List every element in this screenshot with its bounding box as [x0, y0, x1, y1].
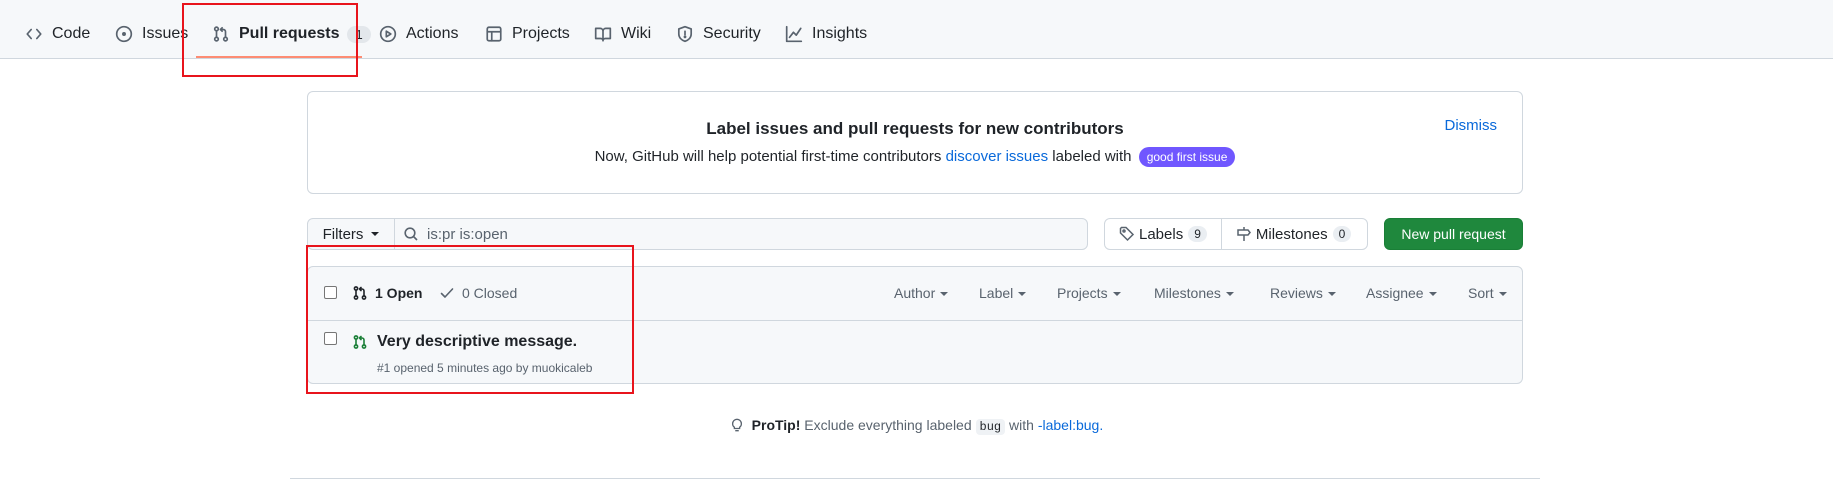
- assignee-filter[interactable]: Assignee: [1366, 285, 1437, 301]
- reviews-filter[interactable]: Reviews: [1270, 285, 1336, 301]
- chevron-down-icon: [1498, 292, 1507, 297]
- tab-insights[interactable]: Insights: [785, 20, 867, 48]
- pull-requests-count: 1: [347, 25, 371, 43]
- pull-request-title-link[interactable]: Very descriptive message.: [377, 333, 577, 351]
- graph-icon: [785, 25, 803, 43]
- chevron-down-icon: [1327, 292, 1336, 297]
- labels-milestones-group: Labels 9 Milestones 0: [1104, 218, 1368, 250]
- tab-actions-label: Actions: [406, 25, 459, 42]
- labels-count: 9: [1188, 226, 1207, 242]
- check-icon: [440, 288, 454, 298]
- discover-issues-link[interactable]: discover issues: [946, 148, 1049, 165]
- protip-code: bug: [975, 419, 1006, 435]
- new-pull-request-button[interactable]: New pull request: [1384, 218, 1523, 250]
- book-icon: [594, 27, 612, 42]
- tab-pull-requests[interactable]: Pull requests 1: [212, 20, 371, 48]
- tab-security-label: Security: [703, 25, 761, 42]
- closed-filter[interactable]: 0 Closed: [439, 285, 517, 301]
- projects-filter[interactable]: Projects: [1057, 285, 1121, 301]
- chevron-down-icon: [940, 292, 949, 297]
- banner-text: Now, GitHub will help potential first-ti…: [308, 147, 1522, 167]
- protip-text-1: Exclude everything labeled: [804, 417, 972, 433]
- tab-insights-label: Insights: [812, 25, 868, 42]
- milestones-filter-label: Milestones: [1154, 285, 1221, 301]
- row-checkbox[interactable]: [324, 332, 337, 345]
- tab-wiki-label: Wiki: [621, 25, 652, 42]
- open-filter[interactable]: 1 Open: [352, 285, 422, 301]
- closed-count: 0 Closed: [462, 285, 518, 301]
- shield-icon: [677, 25, 693, 43]
- protip-lead: ProTip!: [751, 417, 801, 433]
- sort-filter-label: Sort: [1468, 285, 1494, 301]
- labels-label: Labels: [1139, 225, 1184, 243]
- search-input[interactable]: [427, 225, 1027, 243]
- tab-code[interactable]: Code: [25, 20, 90, 48]
- list-item: Very descriptive message. #1 opened 5 mi…: [308, 321, 1522, 383]
- chevron-down-icon: [1112, 292, 1121, 297]
- git-pull-request-icon: [353, 286, 367, 300]
- tag-icon: [1119, 226, 1135, 242]
- label-bug-link[interactable]: -label:bug: [1038, 417, 1100, 433]
- tab-projects[interactable]: Projects: [485, 20, 570, 48]
- assignee-filter-label: Assignee: [1366, 285, 1424, 301]
- filters-label: Filters: [322, 225, 364, 243]
- tab-wiki[interactable]: Wiki: [594, 20, 651, 48]
- banner-title: Label issues and pull requests for new c…: [706, 119, 1124, 138]
- open-count: 1 Open: [375, 285, 423, 301]
- repo-nav: Code Issues Pull requests 1 Actions Proj…: [0, 0, 1833, 59]
- dismiss-button[interactable]: Dismiss: [1445, 117, 1498, 134]
- chevron-down-icon: [1018, 292, 1027, 297]
- tab-issues-label: Issues: [142, 25, 189, 42]
- good-first-issue-label[interactable]: good first issue: [1138, 147, 1236, 167]
- milestones-filter[interactable]: Milestones: [1154, 285, 1234, 301]
- light-bulb-icon: [731, 418, 742, 432]
- issue-opened-icon: [115, 25, 133, 43]
- milestone-icon: [1237, 227, 1251, 241]
- tab-pull-requests-label: Pull requests: [239, 25, 340, 42]
- protip-text-2: with: [1009, 417, 1034, 433]
- search-field: [394, 218, 1088, 250]
- milestones-count: 0: [1332, 226, 1352, 242]
- protip: ProTip! Exclude everything labeled bug w…: [0, 417, 1833, 435]
- selected-tab-underline: [196, 56, 362, 58]
- labels-button[interactable]: Labels 9: [1105, 219, 1221, 249]
- search-icon: [404, 227, 418, 241]
- pull-request-meta: #1 opened 5 minutes ago by muokicaleb: [377, 361, 593, 375]
- banner-text-after: labeled with: [1052, 148, 1132, 165]
- banner-text-before: Now, GitHub will help potential first-ti…: [594, 148, 942, 165]
- protip-end: .: [1099, 417, 1104, 433]
- label-filter[interactable]: Label: [979, 285, 1027, 301]
- projects-filter-label: Projects: [1057, 285, 1108, 301]
- reviews-filter-label: Reviews: [1270, 285, 1323, 301]
- contributor-banner: Label issues and pull requests for new c…: [307, 91, 1523, 194]
- milestones-button[interactable]: Milestones 0: [1220, 219, 1365, 249]
- tab-actions[interactable]: Actions: [379, 20, 458, 48]
- milestones-label: Milestones: [1255, 225, 1328, 243]
- sort-filter[interactable]: Sort: [1468, 285, 1507, 301]
- filters-button[interactable]: Filters: [307, 218, 395, 250]
- table-icon: [486, 26, 502, 42]
- pull-request-list: 1 Open 0 Closed Author Label Projects Mi…: [307, 266, 1523, 384]
- play-icon: [379, 25, 397, 43]
- footer-divider: [290, 478, 1540, 479]
- list-header: 1 Open 0 Closed Author Label Projects Mi…: [308, 267, 1522, 321]
- code-icon: [26, 28, 42, 40]
- tab-security[interactable]: Security: [676, 20, 761, 48]
- author-filter[interactable]: Author: [894, 285, 949, 301]
- chevron-down-icon: [371, 232, 380, 236]
- label-filter-label: Label: [979, 285, 1014, 301]
- select-all-checkbox[interactable]: [324, 286, 337, 299]
- author-filter-label: Author: [894, 285, 936, 301]
- chevron-down-icon: [1225, 292, 1234, 297]
- tab-code-label: Code: [52, 25, 91, 42]
- tab-projects-label: Projects: [512, 25, 570, 42]
- tab-issues[interactable]: Issues: [115, 20, 188, 48]
- git-pull-request-icon: [353, 335, 367, 349]
- chevron-down-icon: [1428, 292, 1437, 297]
- git-pull-request-icon: [213, 26, 229, 42]
